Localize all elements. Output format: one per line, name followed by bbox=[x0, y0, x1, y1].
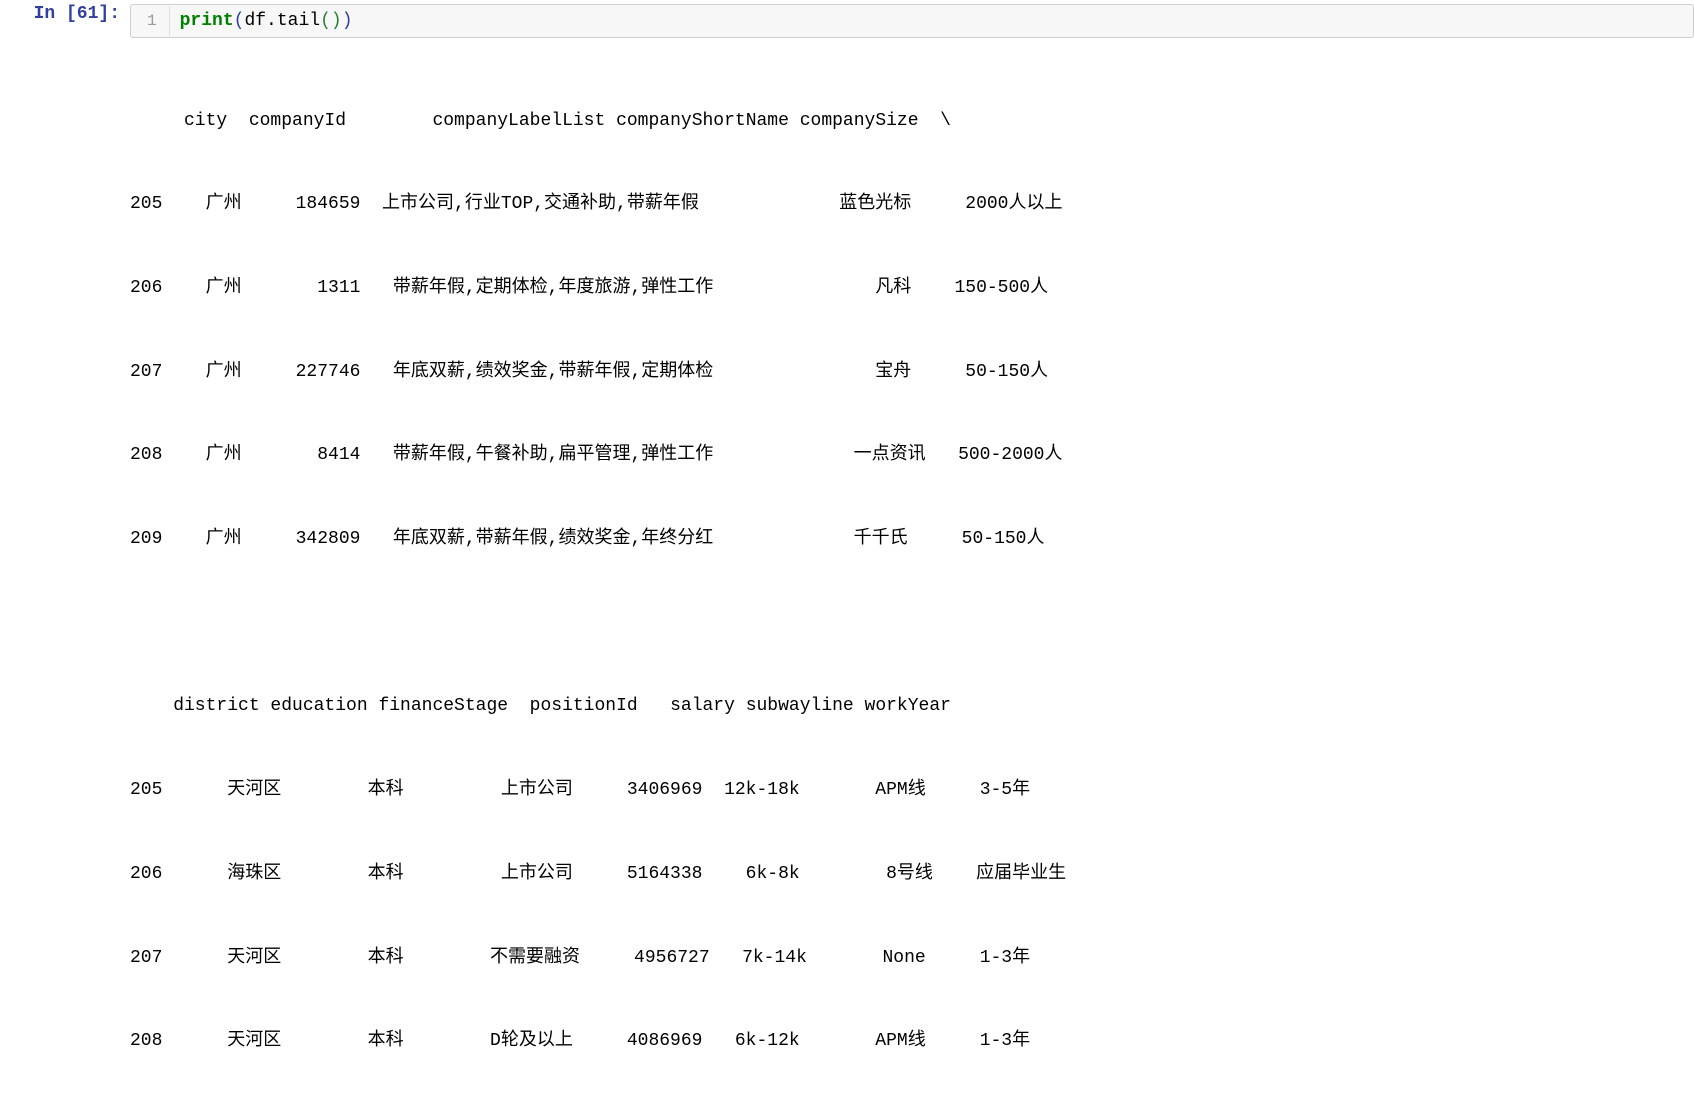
table-row: 207 广州 227746 年底双薪,绩效奖金,带薪年假,定期体检 宝舟 50-… bbox=[130, 359, 1694, 387]
table-row: 208 天河区 本科 D轮及以上 4086969 6k-12k APM线 1-3… bbox=[130, 1028, 1694, 1056]
code-input-area[interactable]: 1 print(df.tail()) bbox=[130, 4, 1694, 38]
paren-open-inner: ( bbox=[320, 11, 331, 31]
output-header-2: district education financeStage position… bbox=[130, 693, 1694, 721]
code-args: df.tail() bbox=[244, 11, 341, 31]
input-prompt: In [61]: bbox=[0, 4, 130, 24]
table-row: 206 海珠区 本科 上市公司 5164338 6k-8k 8号线 应届毕业生 bbox=[130, 861, 1694, 889]
table-row: 209 广州 342809 年底双薪,带薪年假,绩效奖金,年终分红 千千氏 50… bbox=[130, 526, 1694, 554]
paren-close-outer: ) bbox=[342, 11, 353, 31]
notebook-output-cell: city companyId companyLabelList companyS… bbox=[0, 42, 1694, 1108]
table-row: 205 天河区 本科 上市公司 3406969 12k-18k APM线 3-5… bbox=[130, 777, 1694, 805]
table-row: 206 广州 1311 带薪年假,定期体检,年度旅游,弹性工作 凡科 150-5… bbox=[130, 275, 1694, 303]
output-header-1: city companyId companyLabelList companyS… bbox=[130, 108, 1694, 136]
paren-close-inner: ) bbox=[331, 11, 342, 31]
table-row: 205 广州 184659 上市公司,行业TOP,交通补助,带薪年假 蓝色光标 … bbox=[130, 191, 1694, 219]
python-builtin: print bbox=[180, 11, 234, 31]
table-row: 208 广州 8414 带薪年假,午餐补助,扁平管理,弹性工作 一点资讯 500… bbox=[130, 442, 1694, 470]
code-line[interactable]: print(df.tail()) bbox=[170, 5, 1693, 37]
paren-open-outer: ( bbox=[234, 11, 245, 31]
prompt-label: In [61]: bbox=[34, 4, 120, 24]
code-gutter-linenum: 1 bbox=[131, 6, 170, 36]
notebook-input-cell: In [61]: 1 print(df.tail()) bbox=[0, 0, 1694, 42]
blank-line bbox=[130, 610, 1694, 638]
table-row: 207 天河区 本科 不需要融资 4956727 7k-14k None 1-3… bbox=[130, 945, 1694, 973]
